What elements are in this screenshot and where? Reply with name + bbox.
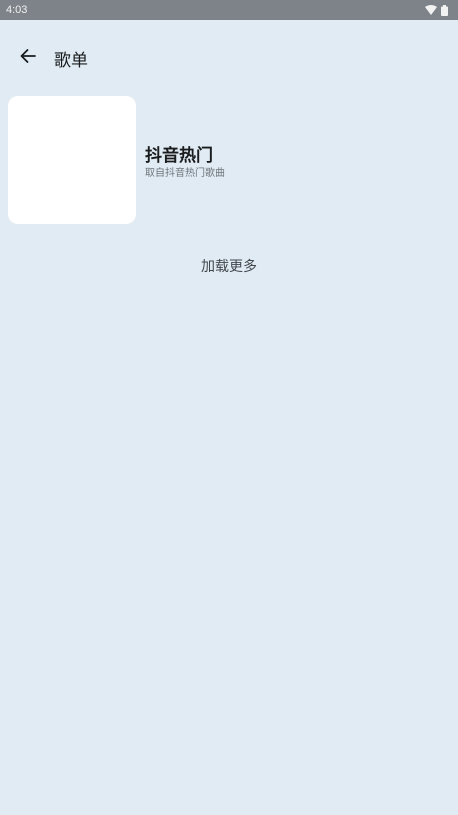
status-icons [425, 4, 448, 16]
playlist-cover [8, 96, 136, 224]
playlist-subtitle: 取自抖音热门歌曲 [145, 167, 225, 179]
playlist-card[interactable]: 抖音热门 取自抖音热门歌曲 [8, 96, 450, 224]
load-more-button[interactable]: 加载更多 [0, 256, 458, 276]
page-title: 歌单 [54, 50, 88, 71]
playlist-text: 抖音热门 取自抖音热门歌曲 [145, 146, 225, 181]
playlist-title: 抖音热门 [145, 145, 213, 166]
status-time: 4:03 [6, 4, 28, 16]
back-button[interactable] [8, 38, 48, 78]
wifi-icon [425, 5, 437, 15]
status-bar: 4:03 [0, 0, 458, 20]
arrow-left-icon [18, 46, 38, 70]
app-bar: 歌单 [0, 20, 458, 96]
battery-icon [441, 4, 448, 16]
